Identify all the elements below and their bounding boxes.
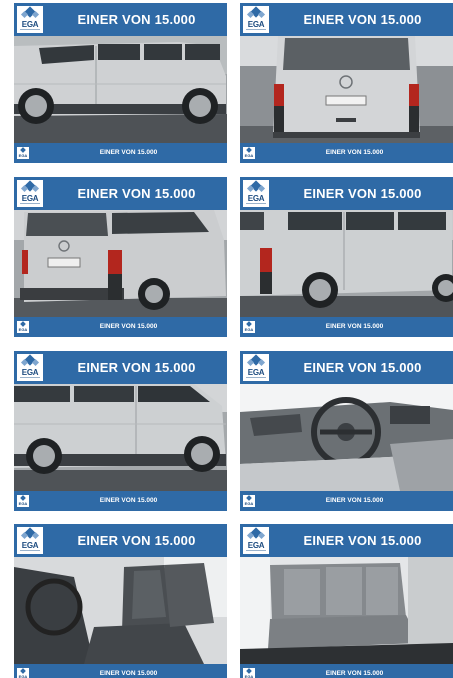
ega-logo: EGA xyxy=(17,6,43,33)
footer-text: EINER VON 15.000 xyxy=(99,323,158,330)
van-photo-side-right[interactable] xyxy=(14,384,227,491)
footer-text: EINER VON 15.000 xyxy=(325,149,384,156)
van-photo-rear[interactable] xyxy=(240,36,453,143)
ega-logo: EGA xyxy=(243,354,269,381)
image-gallery: EGA EINER VON 15.000 EGA EINER VON 15.00… xyxy=(0,0,453,678)
tile-banner: EGA EINER VON 15.000 xyxy=(240,3,453,36)
footer-text: EINER VON 15.000 xyxy=(325,497,384,504)
ega-mini-logo: EGA xyxy=(243,147,255,159)
tile-footer: EGA EINER VON 15.000 xyxy=(14,143,227,163)
banner-title: EINER VON 15.000 xyxy=(303,186,422,201)
footer-text: EINER VON 15.000 xyxy=(99,149,158,156)
gallery-tile-3[interactable]: EGA EINER VON 15.000 EGA EINER VON 15.00… xyxy=(14,177,227,337)
gallery-tile-4[interactable]: EGA EINER VON 15.000 EGA EINER VON 15.00… xyxy=(240,177,453,337)
front-seats-photo[interactable] xyxy=(14,557,227,664)
banner-title: EINER VON 15.000 xyxy=(303,533,422,548)
tile-banner: EGA EINER VON 15.000 xyxy=(14,524,227,557)
gallery-tile-8[interactable]: EGA EINER VON 15.000 EGA EINER VON 15.00… xyxy=(240,524,453,678)
banner-title: EINER VON 15.000 xyxy=(77,186,196,201)
tile-footer: EGA EINER VON 15.000 xyxy=(240,491,453,511)
banner-title: EINER VON 15.000 xyxy=(303,360,422,375)
gallery-tile-5[interactable]: EGA EINER VON 15.000 EGA EINER VON 15.00 xyxy=(14,351,227,511)
tile-footer: EGA EINER VON 15.000 xyxy=(14,664,227,678)
tile-footer: EGA EINER VON 15.000 xyxy=(14,317,227,337)
tile-banner: EGA EINER VON 15.000 xyxy=(14,351,227,384)
banner-title: EINER VON 15.000 xyxy=(77,360,196,375)
ega-mini-logo: EGA xyxy=(17,321,29,333)
rear-bench-photo[interactable] xyxy=(240,557,453,664)
tile-banner: EGA EINER VON 15.000 xyxy=(240,177,453,210)
ega-mini-logo: EGA xyxy=(243,495,255,507)
tile-banner: EGA EINER VON 15.000 xyxy=(240,351,453,384)
ega-logo: EGA xyxy=(243,6,269,33)
interior-dashboard-photo[interactable] xyxy=(240,384,453,491)
tile-footer: EGA EINER VON 15.000 xyxy=(240,143,453,163)
ega-logo: EGA xyxy=(17,180,43,207)
footer-text: EINER VON 15.000 xyxy=(325,323,384,330)
ega-logo: EGA xyxy=(17,527,43,554)
ega-mini-logo: EGA xyxy=(243,668,255,678)
van-photo-side[interactable] xyxy=(14,36,227,143)
tile-banner: EGA EINER VON 15.000 xyxy=(14,177,227,210)
tile-footer: EGA EINER VON 15.000 xyxy=(14,491,227,511)
tile-footer: EGA EINER VON 15.000 xyxy=(240,664,453,678)
ega-mini-logo: EGA xyxy=(17,147,29,159)
ega-logo: EGA xyxy=(243,180,269,207)
gallery-tile-7[interactable]: EGA EINER VON 15.000 EGA EINER VON 15.00… xyxy=(14,524,227,678)
van-photo-side-rear[interactable] xyxy=(240,210,453,317)
footer-text: EINER VON 15.000 xyxy=(99,670,158,677)
ega-mini-logo: EGA xyxy=(17,668,29,678)
gallery-tile-6[interactable]: EGA EINER VON 15.000 EGA EINER VON 15.00… xyxy=(240,351,453,511)
footer-text: EINER VON 15.000 xyxy=(99,497,158,504)
ega-logo: EGA xyxy=(243,527,269,554)
banner-title: EINER VON 15.000 xyxy=(77,12,196,27)
banner-title: EINER VON 15.000 xyxy=(303,12,422,27)
ega-mini-logo: EGA xyxy=(17,495,29,507)
gallery-tile-1[interactable]: EGA EINER VON 15.000 EGA EINER VON 15.00… xyxy=(14,3,227,163)
gallery-tile-2[interactable]: EGA EINER VON 15.000 EGA EINER VON 15.00… xyxy=(240,3,453,163)
tile-banner: EGA EINER VON 15.000 xyxy=(240,524,453,557)
tile-footer: EGA EINER VON 15.000 xyxy=(240,317,453,337)
tile-banner: EGA EINER VON 15.000 xyxy=(14,3,227,36)
van-photo-rear-quarter[interactable] xyxy=(14,210,227,317)
banner-title: EINER VON 15.000 xyxy=(77,533,196,548)
ega-mini-logo: EGA xyxy=(243,321,255,333)
ega-logo: EGA xyxy=(17,354,43,381)
footer-text: EINER VON 15.000 xyxy=(325,670,384,677)
